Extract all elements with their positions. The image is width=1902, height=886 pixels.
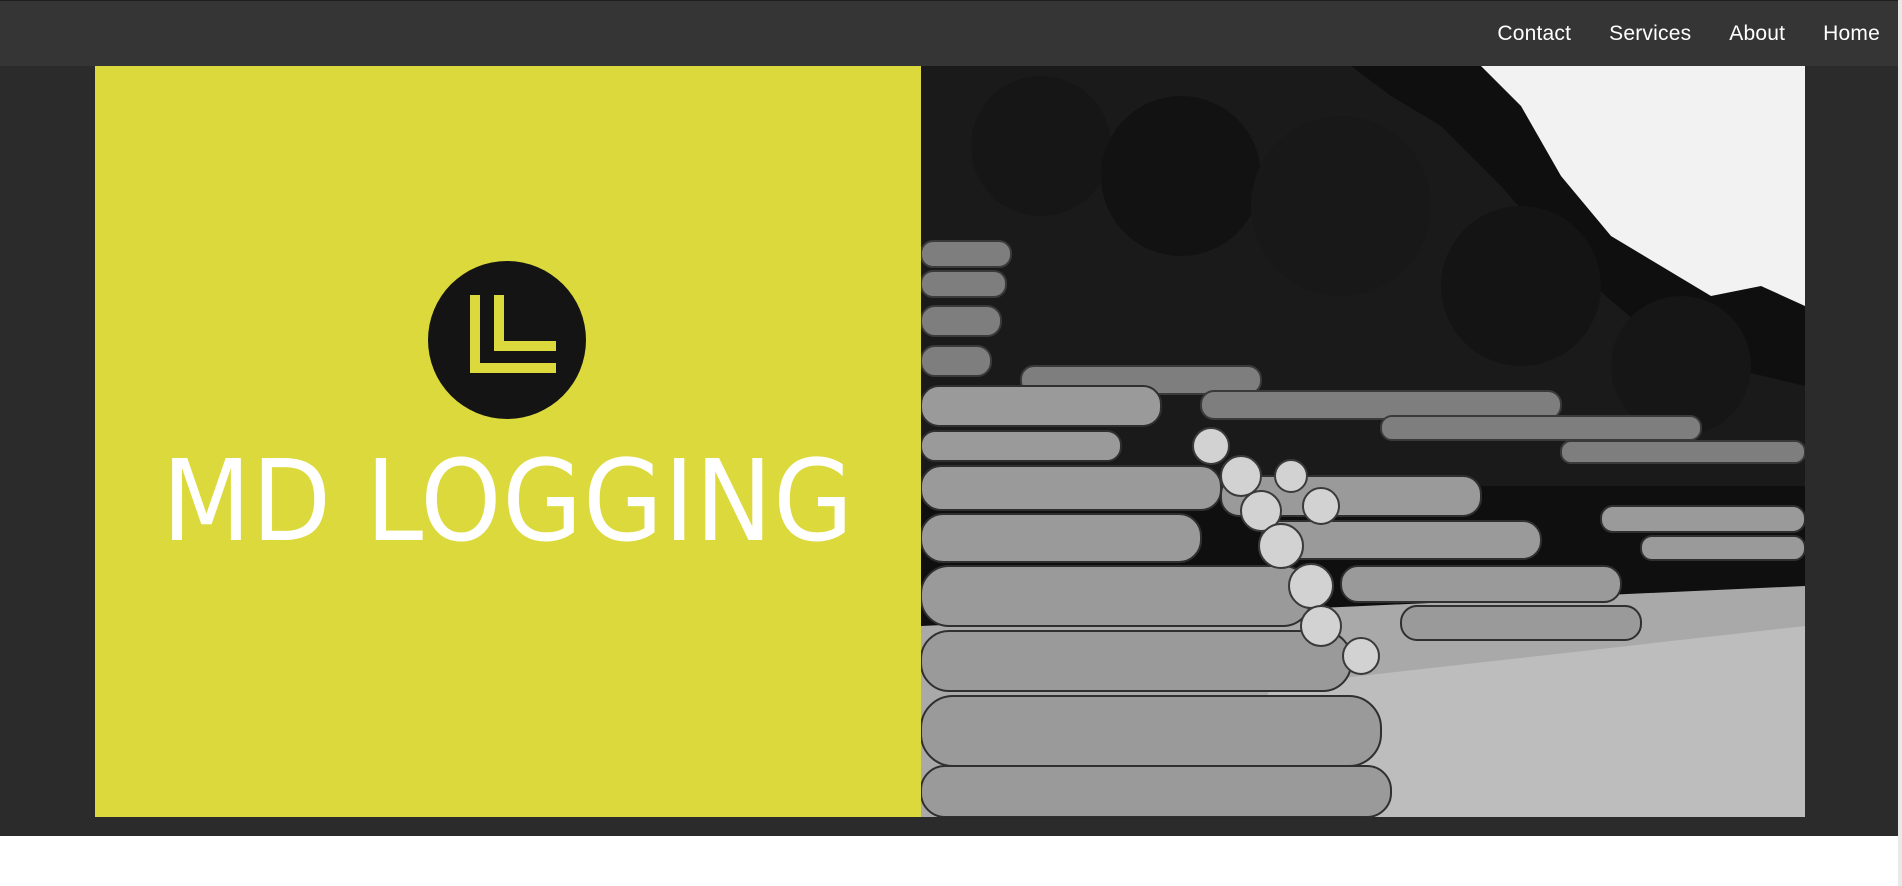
double-l-logo-icon bbox=[428, 261, 586, 419]
nav-contact-link[interactable]: Contact bbox=[1497, 22, 1571, 46]
nav-services-link[interactable]: Services bbox=[1609, 22, 1691, 46]
nav-about-link[interactable]: About bbox=[1729, 22, 1785, 46]
brand-name: MD LOGGING bbox=[161, 437, 855, 567]
brand-panel: MD LOGGING bbox=[95, 66, 921, 817]
nav-home-link[interactable]: Home bbox=[1823, 22, 1880, 46]
page-scrollbar[interactable] bbox=[1898, 0, 1902, 886]
hero-section: MD LOGGING bbox=[0, 66, 1902, 836]
main-nav: Contact Services About Home bbox=[1497, 1, 1880, 67]
top-nav-bar: Contact Services About Home bbox=[0, 0, 1902, 66]
log-pile-forest-photo bbox=[921, 66, 1805, 817]
